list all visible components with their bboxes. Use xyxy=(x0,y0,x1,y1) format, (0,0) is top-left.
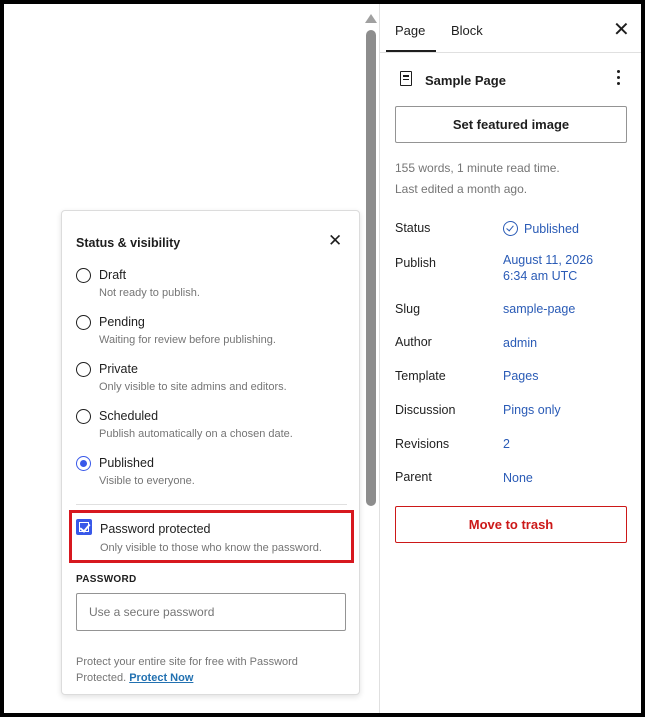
check-circle-icon xyxy=(503,221,518,236)
option-label: Scheduled xyxy=(99,409,159,423)
set-featured-image-button[interactable]: Set featured image xyxy=(395,106,627,143)
template-value[interactable]: Pages xyxy=(503,369,538,383)
password-input[interactable] xyxy=(76,593,346,631)
settings-sidebar: Page Block ✕ Sample Page Set featured im… xyxy=(379,4,641,713)
close-icon[interactable]: ✕ xyxy=(328,231,342,251)
more-vertical-icon[interactable] xyxy=(614,68,622,86)
discussion-label: Discussion xyxy=(395,403,456,417)
status-option-pending[interactable]: Pending Waiting for review before publis… xyxy=(76,315,346,355)
option-label: Draft xyxy=(99,268,127,282)
status-option-private[interactable]: Private Only visible to site admins and … xyxy=(76,362,346,402)
discussion-value[interactable]: Pings only xyxy=(503,403,561,417)
template-label: Template xyxy=(395,369,446,383)
option-description: Publish automatically on a chosen date. xyxy=(99,428,293,440)
close-icon[interactable]: ✕ xyxy=(613,20,630,40)
move-to-trash-button[interactable]: Move to trash xyxy=(395,506,627,543)
status-text: Published xyxy=(524,222,579,236)
password-protected-label[interactable]: Password protected xyxy=(100,522,210,536)
tab-page[interactable]: Page xyxy=(395,23,425,38)
status-option-draft[interactable]: Draft Not ready to publish. xyxy=(76,268,346,308)
active-tab-indicator xyxy=(386,50,436,52)
sidebar-tabs: Page Block ✕ xyxy=(380,4,641,53)
publish-label: Publish xyxy=(395,256,436,270)
password-protected-description: Only visible to those who know the passw… xyxy=(100,542,322,554)
radio-draft[interactable] xyxy=(76,268,91,283)
radio-private[interactable] xyxy=(76,362,91,377)
slug-value[interactable]: sample-page xyxy=(503,302,575,316)
password-label: PASSWORD xyxy=(76,574,137,585)
parent-value[interactable]: None xyxy=(503,471,533,485)
option-description: Not ready to publish. xyxy=(99,287,200,299)
author-label: Author xyxy=(395,335,432,349)
revisions-label: Revisions xyxy=(395,437,450,451)
option-label: Private xyxy=(99,362,138,376)
status-value[interactable]: Published xyxy=(503,221,579,236)
radio-scheduled[interactable] xyxy=(76,409,91,424)
status-visibility-popover: Status & visibility ✕ Draft Not ready to… xyxy=(61,210,360,695)
popover-title: Status & visibility xyxy=(76,236,181,250)
radio-published[interactable] xyxy=(76,456,91,471)
option-label: Published xyxy=(99,456,154,470)
option-description: Only visible to site admins and editors. xyxy=(99,381,287,393)
highlight-annotation xyxy=(69,510,354,563)
page-icon xyxy=(400,71,412,86)
scrollbar-thumb[interactable] xyxy=(366,30,376,506)
divider xyxy=(76,504,347,505)
status-label: Status xyxy=(395,221,431,235)
publish-time[interactable]: 6:34 am UTC xyxy=(503,269,577,283)
revisions-value[interactable]: 2 xyxy=(503,437,510,451)
parent-label: Parent xyxy=(395,470,432,484)
option-description: Visible to everyone. xyxy=(99,475,195,487)
document-title: Sample Page xyxy=(425,73,506,88)
author-value[interactable]: admin xyxy=(503,336,537,350)
password-protected-checkbox[interactable] xyxy=(76,519,92,535)
publish-date[interactable]: August 11, 2026 xyxy=(503,253,593,267)
radio-pending[interactable] xyxy=(76,315,91,330)
status-option-published[interactable]: Published Visible to everyone. xyxy=(76,456,346,496)
word-count: 155 words, 1 minute read time. xyxy=(395,161,560,175)
slug-label: Slug xyxy=(395,302,421,316)
last-edited: Last edited a month ago. xyxy=(395,182,528,196)
promo-text: Protect your entire site for free with P… xyxy=(76,654,338,686)
status-option-scheduled[interactable]: Scheduled Publish automatically on a cho… xyxy=(76,409,346,449)
protect-now-link[interactable]: Protect Now xyxy=(129,672,193,684)
option-description: Waiting for review before publishing. xyxy=(99,334,276,346)
app-window: Page Block ✕ Sample Page Set featured im… xyxy=(4,4,641,713)
scroll-up-arrow-icon[interactable] xyxy=(365,14,377,23)
option-label: Pending xyxy=(99,315,145,329)
tab-block[interactable]: Block xyxy=(451,23,483,38)
